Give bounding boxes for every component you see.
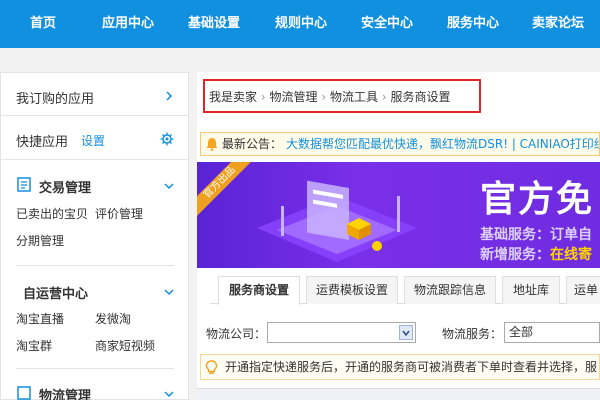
divider — [16, 265, 174, 266]
gear-icon[interactable] — [160, 132, 174, 146]
post-weitao-link[interactable]: 发微淘 — [95, 310, 131, 327]
table-header — [197, 388, 600, 400]
nav-seller-forum[interactable]: 卖家论坛 — [532, 0, 584, 48]
divider — [1, 159, 188, 160]
sidebar: 我订购的应用 快捷应用 设置 交易管理 已卖出的宝贝 评价管理 分期管理 自运营… — [0, 72, 189, 400]
banner-line-new: 新增服务：在线寄 — [480, 247, 592, 263]
tab-waybill[interactable]: 运单 — [566, 276, 600, 304]
bell-icon — [206, 138, 218, 151]
tab-provider-settings[interactable]: 服务商设置 — [218, 276, 300, 305]
merchant-video-link[interactable]: 商家短视频 — [95, 337, 155, 354]
service-tip: 开通指定快递服务后，开通的服务商可被消费者下单时查看并选择，服 — [200, 354, 600, 380]
logistics-icon — [17, 386, 31, 400]
taobao-live-link[interactable]: 淘宝直播 — [16, 310, 64, 327]
nav-service-center[interactable]: 服务中心 — [447, 0, 499, 48]
self-operation-title[interactable]: 自运营中心 — [23, 283, 88, 302]
tab-tracking-info[interactable]: 物流跟踪信息 — [404, 276, 496, 304]
quick-apps-settings-link[interactable]: 设置 — [81, 132, 105, 149]
tab-bar: 服务商设置 运费模板设置 物流跟踪信息 地址库 运单 — [210, 276, 600, 305]
nav-basic-settings[interactable]: 基础设置 — [188, 0, 240, 48]
nav-security-center[interactable]: 安全中心 — [361, 0, 413, 48]
announcement-bar: 最新公告： 大数据帮您匹配最优快递，飘红物流DSR! | CAINIAO打印组 — [200, 132, 600, 156]
trade-management-title[interactable]: 交易管理 — [39, 177, 91, 196]
company-label: 物流公司： — [206, 327, 267, 341]
nav-rules-center[interactable]: 规则中心 — [275, 0, 327, 48]
review-management-link[interactable]: 评价管理 — [95, 205, 143, 222]
service-select[interactable]: 全部 — [504, 322, 600, 343]
page: 首页 应用中心 基础设置 规则中心 安全中心 服务中心 卖家论坛 我订购的应用 … — [0, 0, 600, 400]
logistics-management-title[interactable]: 物流管理 — [39, 385, 91, 400]
sold-items-link[interactable]: 已卖出的宝贝 — [16, 205, 88, 222]
chevron-down-icon — [399, 325, 413, 340]
announcement-text[interactable]: 大数据帮您匹配最优快递，飘红物流DSR! | CAINIAO打印组 — [286, 133, 599, 155]
chevron-down-icon[interactable] — [163, 286, 175, 298]
tip-text: 开通指定快递服务后，开通的服务商可被消费者下单时查看并选择，服 — [225, 360, 598, 374]
top-nav: 首页 应用中心 基础设置 规则中心 安全中心 服务中心 卖家论坛 — [0, 0, 600, 48]
service-label: 物流服务： — [442, 327, 503, 341]
announcement-label: 最新公告： — [222, 137, 283, 151]
divider — [16, 368, 174, 369]
tab-address-book[interactable]: 地址库 — [502, 276, 560, 304]
company-select[interactable] — [267, 322, 416, 343]
promo-banner[interactable]: 官方出品 官方免 基础服务：订单自 新增服务：在线寄 — [197, 162, 600, 268]
tab-shipping-templates[interactable]: 运费模板设置 — [306, 276, 398, 304]
breadcrumb-highlight-box — [203, 79, 481, 113]
nav-home[interactable]: 首页 — [30, 0, 56, 48]
installment-management-link[interactable]: 分期管理 — [16, 232, 64, 249]
chevron-down-icon[interactable] — [163, 180, 175, 192]
lightbulb-icon — [205, 360, 218, 374]
chevron-right-icon[interactable] — [163, 90, 175, 102]
nav-app-center[interactable]: 应用中心 — [102, 0, 154, 48]
subscribed-apps-link[interactable]: 我订购的应用 — [16, 88, 94, 107]
quick-apps-label: 快捷应用 — [16, 135, 69, 150]
banner-line-basic: 基础服务：订单自 — [480, 227, 592, 243]
taobao-group-link[interactable]: 淘宝群 — [16, 337, 52, 354]
isometric-illustration — [257, 180, 417, 262]
trade-list-icon — [17, 177, 31, 192]
divider — [1, 115, 188, 116]
banner-headline: 官方免 — [480, 179, 595, 220]
chevron-down-icon[interactable] — [163, 388, 175, 400]
